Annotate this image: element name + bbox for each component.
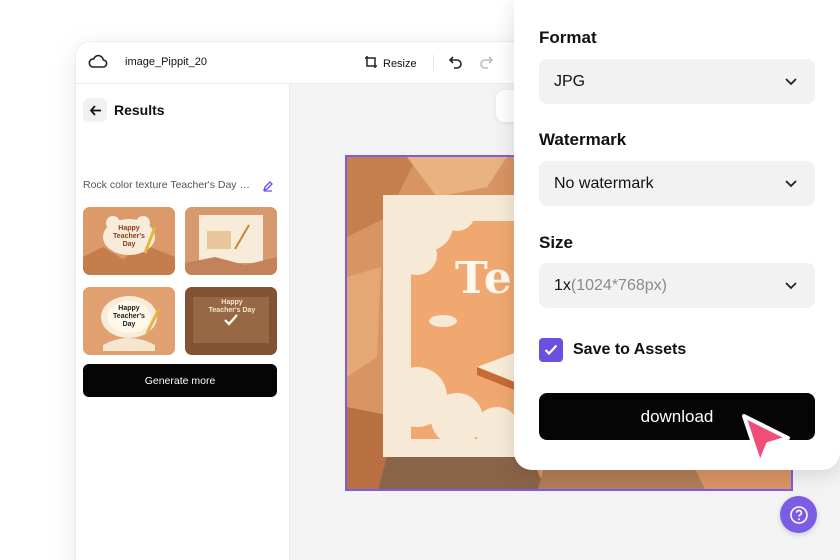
chevron-down-icon: [783, 277, 799, 298]
size-value-detail: (1024*768px): [570, 276, 667, 294]
thumbnail-text: Happy Teacher's Day: [113, 225, 145, 248]
document-title[interactable]: image_Pippit_20: [125, 56, 207, 68]
size-label: Size: [539, 233, 574, 252]
result-thumbnail[interactable]: Happy Teacher's Day: [83, 287, 175, 355]
cloud-save-icon[interactable]: [88, 53, 108, 76]
size-value-main: 1x: [554, 276, 571, 294]
results-sidebar: Results Rock color texture Teacher's Day…: [76, 84, 290, 560]
results-title: Results: [114, 102, 165, 118]
pointer-cursor-icon: [738, 410, 794, 475]
result-thumbnail[interactable]: Happy Teacher's Day: [83, 207, 175, 275]
download-panel: Format JPG Watermark No watermark Size 1…: [514, 0, 840, 470]
question-icon: [789, 505, 808, 524]
help-button[interactable]: [780, 496, 817, 533]
resize-button[interactable]: Resize: [364, 55, 417, 72]
save-to-assets-option[interactable]: Save to Assets: [539, 338, 686, 362]
result-thumbnail[interactable]: [185, 207, 277, 275]
edit-prompt-icon[interactable]: [262, 179, 274, 197]
watermark-value: No watermark: [554, 174, 654, 192]
toolbar-divider: [433, 55, 434, 71]
prompt-text: Rock color texture Teacher's Day card: [83, 179, 253, 191]
arrow-left-icon: [89, 104, 101, 116]
watermark-label: Watermark: [539, 130, 627, 149]
generate-more-button[interactable]: Generate more: [83, 364, 277, 397]
thumbnail-text: Happy Teacher's Day: [113, 305, 145, 328]
redo-icon[interactable]: [478, 54, 494, 75]
format-select[interactable]: JPG: [539, 59, 815, 104]
chevron-down-icon: [783, 175, 799, 196]
size-select[interactable]: 1x (1024*768px): [539, 263, 815, 308]
format-label: Format: [539, 28, 597, 47]
watermark-select[interactable]: No watermark: [539, 161, 815, 206]
resize-label: Resize: [383, 57, 417, 70]
undo-icon[interactable]: [448, 54, 464, 75]
check-icon: [223, 313, 239, 332]
chevron-down-icon: [783, 73, 799, 94]
format-value: JPG: [554, 72, 586, 90]
save-to-assets-label: Save to Assets: [573, 341, 687, 358]
back-button[interactable]: [83, 98, 107, 122]
resize-icon: [364, 55, 378, 72]
save-to-assets-checkbox[interactable]: [539, 338, 563, 362]
result-thumbnail-selected[interactable]: Happy Teacher's Day: [185, 287, 277, 355]
checkmark-icon: [544, 344, 558, 356]
